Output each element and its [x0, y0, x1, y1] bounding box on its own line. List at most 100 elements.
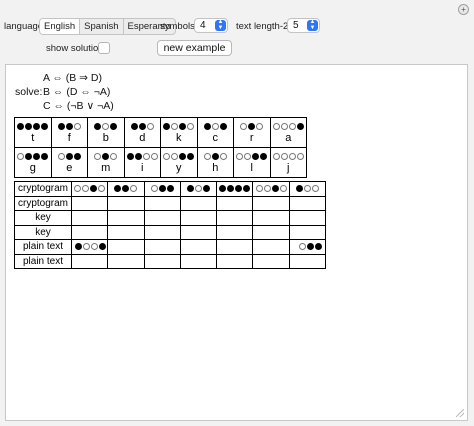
empty-dot-icon [299, 243, 307, 251]
filled-dot-icon [315, 243, 323, 251]
cipher-letter: f [67, 132, 71, 144]
filled-dot-icon [187, 185, 195, 193]
grid-cell [143, 253, 181, 269]
empty-dot-icon [303, 185, 311, 193]
language-selector[interactable]: English Spanish Esperanto [39, 18, 176, 35]
language-option-english[interactable]: English [40, 19, 81, 34]
dot-pattern [161, 148, 197, 162]
grid-cell [179, 253, 218, 269]
grid-cell [288, 181, 327, 197]
cipher-letter: k [176, 132, 182, 144]
show-solution-checkbox[interactable] [98, 42, 110, 54]
empty-dot-icon [57, 153, 65, 160]
text-length-popup[interactable]: 5 ▲ ▼ [287, 18, 320, 33]
show-solution-label: show solution [46, 43, 104, 54]
cipher-letter: h [212, 162, 219, 174]
cipher-letter: d [139, 132, 146, 144]
grid-cell [216, 253, 254, 269]
grid-cell [143, 210, 181, 226]
filled-dot-icon [158, 185, 166, 193]
empty-dot-icon [203, 153, 211, 160]
dot-pattern [271, 118, 307, 132]
grid-cell [143, 181, 181, 197]
empty-dot-icon [280, 153, 288, 160]
cipher-cell: b [87, 117, 125, 148]
filled-dot-icon [17, 123, 25, 130]
dot-pattern [72, 241, 107, 253]
empty-dot-icon [150, 153, 158, 160]
empty-dot-icon [256, 123, 264, 130]
stepper-arrows-icon: ▲ ▼ [215, 19, 226, 31]
new-example-button[interactable]: new example [157, 40, 232, 56]
empty-dot-icon [280, 123, 288, 130]
equation-line-2: B ⇔ (D ⇔ ¬A) [43, 86, 111, 98]
dot-pattern [88, 118, 124, 132]
grid-row-label: plain text [14, 253, 72, 269]
filled-dot-icon [33, 123, 41, 130]
filled-dot-icon [271, 185, 279, 193]
filled-dot-icon [102, 153, 110, 160]
grid-cell [107, 253, 145, 269]
dot-pattern [234, 118, 270, 132]
filled-dot-icon [25, 123, 33, 130]
empty-dot-icon [236, 153, 244, 160]
empty-dot-icon [83, 243, 90, 251]
pin-icon[interactable]: + [458, 4, 469, 15]
symbols-label: symbols [160, 21, 195, 32]
empty-dot-icon [244, 153, 252, 160]
grid-cell [179, 195, 218, 211]
filled-dot-icon [296, 123, 304, 130]
app-window: + language English Spanish Esperanto sym… [0, 0, 474, 426]
filled-dot-icon [41, 153, 49, 160]
language-option-spanish[interactable]: Spanish [80, 19, 124, 34]
empty-dot-icon [171, 123, 179, 130]
cipher-cell: l [233, 147, 271, 178]
cipher-cell: a [269, 117, 307, 148]
filled-dot-icon [75, 243, 82, 251]
cipher-letter: i [141, 162, 144, 174]
filled-dot-icon [163, 123, 171, 130]
filled-dot-icon [211, 153, 219, 160]
filled-dot-icon [57, 123, 65, 130]
grid-cell [107, 224, 145, 240]
grid-cell [70, 239, 109, 255]
grid-cell [143, 239, 181, 255]
grid-row: cryptogram [14, 195, 327, 211]
cipher-row: gemiyhlj [14, 147, 307, 178]
filled-dot-icon [126, 153, 134, 160]
filled-dot-icon [243, 185, 251, 193]
text-length-label: text length-2 [236, 21, 289, 32]
cipher-letter: j [287, 162, 290, 174]
symbols-popup[interactable]: 4 ▲ ▼ [194, 18, 228, 33]
filled-dot-icon [219, 185, 227, 193]
filled-dot-icon [307, 243, 315, 251]
empty-dot-icon [263, 185, 271, 193]
cipher-cell: g [14, 147, 52, 178]
filled-dot-icon [227, 185, 235, 193]
resize-grip-icon[interactable] [456, 409, 464, 417]
cipher-cell: t [14, 117, 52, 148]
filled-dot-icon [94, 123, 102, 130]
filled-dot-icon [90, 185, 98, 193]
grid-row: plain text [14, 239, 327, 255]
empty-dot-icon [171, 153, 179, 160]
cipher-letter: m [101, 162, 111, 174]
cipher-letter: e [66, 162, 73, 174]
grid-row: key [14, 224, 327, 240]
grid-row-label: plain text [14, 239, 72, 255]
empty-dot-icon [288, 153, 296, 160]
dot-pattern [290, 241, 325, 253]
grid-cell [216, 181, 254, 197]
cipher-cell: c [196, 117, 234, 148]
symbols-value: 4 [200, 20, 206, 31]
cipher-letter: b [102, 132, 109, 144]
filled-dot-icon [248, 123, 256, 130]
dot-pattern [15, 148, 51, 162]
filled-dot-icon [138, 123, 146, 130]
output-panel: A ⇔ (B ⇒ D) solve: B ⇔ (D ⇔ ¬A) C ⇔ (¬B … [5, 64, 468, 421]
grid-cell [107, 239, 145, 255]
grid-cell [288, 224, 327, 240]
grid-cell [70, 224, 109, 240]
grid-cell [216, 239, 254, 255]
grid-cell [252, 253, 290, 269]
